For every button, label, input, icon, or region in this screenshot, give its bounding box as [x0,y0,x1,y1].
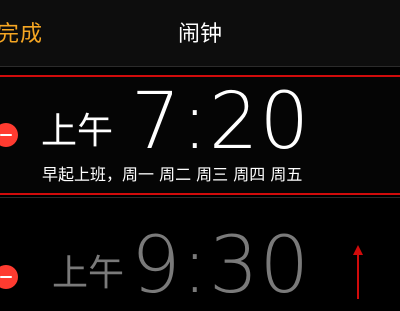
arrow-up-icon [353,245,363,299]
highlight-annotation-box [0,75,400,195]
navigation-bar: 完成 闹钟 [0,0,400,66]
row-divider [0,197,400,198]
page-title: 闹钟 [177,22,222,47]
alarm-time: 9:30 [131,221,311,311]
nav-divider [0,66,400,67]
delete-minus-icon[interactable] [0,265,18,289]
alarm-row[interactable]: 上午 9:30 [0,200,400,310]
alarm-period: 上午 [52,253,125,294]
